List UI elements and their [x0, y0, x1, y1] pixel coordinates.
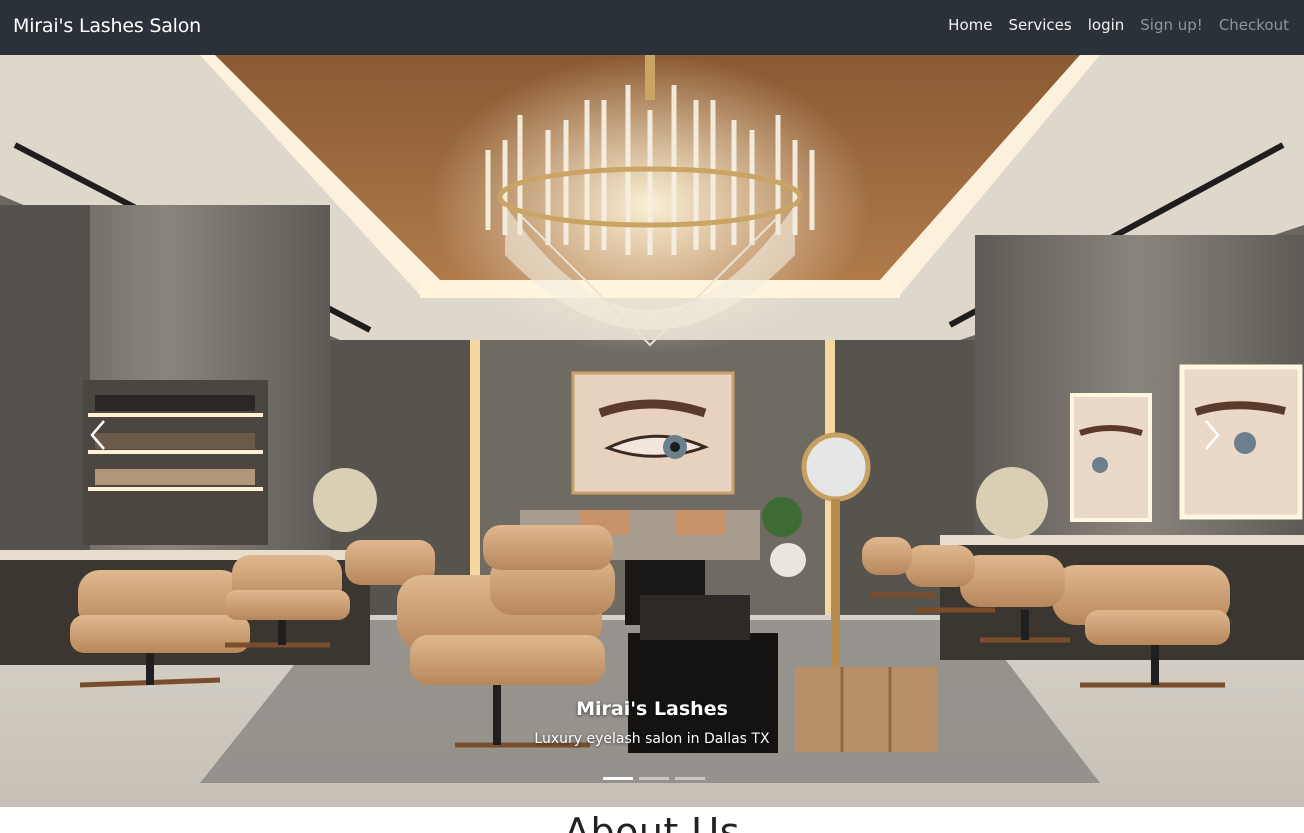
nav-login[interactable]: login: [1088, 16, 1125, 34]
brand-link[interactable]: Mirai's Lashes Salon: [13, 15, 201, 37]
nav-signup[interactable]: Sign up!: [1140, 16, 1203, 34]
chevron-right-icon[interactable]: [1196, 415, 1226, 455]
nav-services[interactable]: Services: [1008, 16, 1071, 34]
nav-home[interactable]: Home: [948, 16, 992, 34]
about-section: About Us: [0, 807, 1304, 833]
carousel-indicator-1[interactable]: [603, 777, 633, 780]
navbar: Mirai's Lashes Salon Home Services login…: [0, 0, 1304, 55]
carousel-indicator-3[interactable]: [675, 777, 705, 780]
nav-links: Home Services login Sign up! Checkout: [948, 16, 1289, 34]
salon-interior-image: [0, 55, 1304, 807]
nav-checkout[interactable]: Checkout: [1219, 16, 1289, 34]
carousel-caption-title: Mirai's Lashes: [576, 698, 728, 720]
carousel-indicators: [603, 777, 705, 780]
hero-carousel: Mirai's Lashes Luxury eyelash salon in D…: [0, 55, 1304, 807]
about-heading: About Us: [563, 810, 741, 833]
carousel-indicator-2[interactable]: [639, 777, 669, 780]
chevron-left-icon[interactable]: [84, 415, 114, 455]
carousel-caption-text: Luxury eyelash salon in Dallas TX: [534, 731, 770, 747]
